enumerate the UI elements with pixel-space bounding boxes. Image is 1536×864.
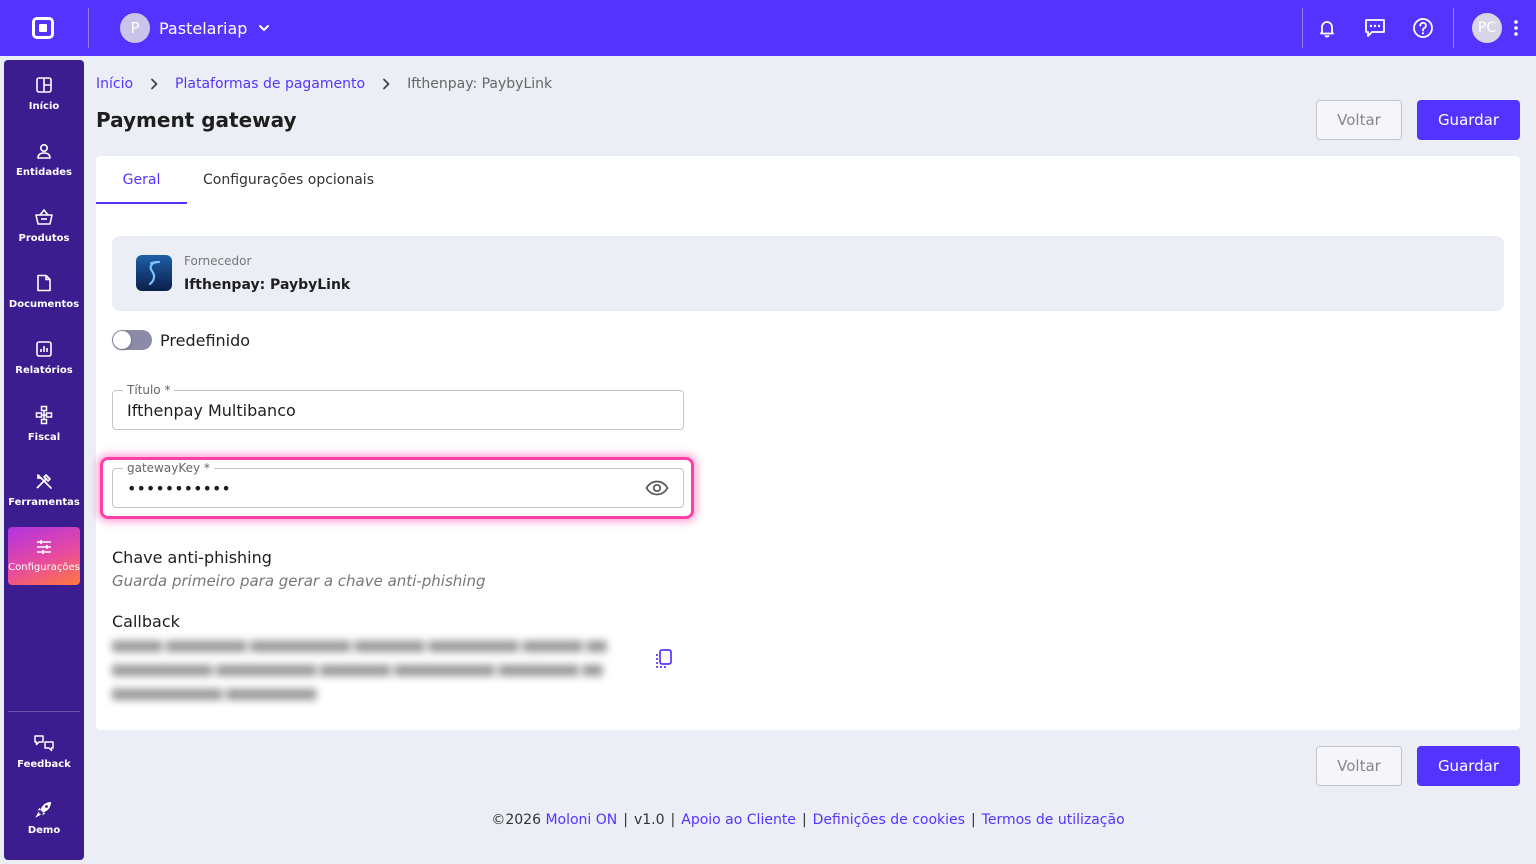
brand-link[interactable]: Moloni ON	[545, 812, 617, 828]
sidebar-item-label: Fiscal	[27, 432, 61, 443]
bell-icon	[1320, 21, 1334, 38]
breadcrumb-parent[interactable]: Plataformas de pagamento	[175, 76, 365, 92]
more-vertical-icon	[1514, 20, 1518, 36]
sidebar-item-label: Produtos	[18, 233, 70, 244]
sidebar: Início Entidades Produtos Documentos Rel…	[4, 60, 84, 860]
footer: ©2026 Moloni ON | v1.0 | Apoio ao Cliente | De…	[0, 812, 1536, 828]
default-toggle-row: Predefinido	[112, 330, 250, 350]
gateway-key-value: •••••••••••	[127, 478, 231, 498]
sidebar-item-relatorios[interactable]: Relatórios	[8, 329, 80, 387]
top-bar: P Pastelariap PC	[0, 0, 1536, 56]
title-field-value: Ifthenpay Multibanco	[127, 400, 296, 420]
show-password-button[interactable]	[645, 477, 669, 499]
tabs: Geral Configurações opcionais	[96, 156, 390, 204]
more-menu-button[interactable]	[1502, 0, 1530, 56]
sliders-icon	[37, 540, 51, 554]
notifications-button[interactable]	[1303, 0, 1351, 56]
basket-icon	[35, 208, 53, 225]
callback-url-blurred: ▆▆▆▆▆ ▆▆▆▆▆▆▆▆ ▆▆▆▆▆▆▆▆▆▆ ▆▆▆▆▆▆▆ ▆▆▆▆▆▆…	[112, 638, 607, 701]
help-button[interactable]	[1399, 0, 1447, 56]
sidebar-item-entidades[interactable]: Entidades	[8, 131, 80, 189]
person-icon	[37, 143, 51, 159]
sidebar-item-configuracoes[interactable]: Configurações	[8, 527, 80, 585]
chevron-down-icon	[259, 25, 270, 31]
provider-label: Fornecedor	[184, 254, 252, 268]
app-logo[interactable]	[0, 0, 88, 56]
account-switcher[interactable]: P Pastelariap	[120, 13, 271, 43]
cookies-link[interactable]: Definições de cookies	[813, 812, 965, 828]
support-link[interactable]: Apoio ao Cliente	[681, 812, 796, 828]
breadcrumb-current: Ifthenpay: PaybyLink	[407, 76, 553, 92]
tab-general[interactable]: Geral	[96, 156, 187, 204]
copyright: ©2026	[491, 812, 541, 828]
breadcrumb-home[interactable]: Início	[96, 76, 133, 92]
sidebar-item-label: Documentos	[8, 299, 80, 310]
settings-card: Geral Configurações opcionais Fornecedor…	[96, 156, 1520, 730]
feedback-icon	[34, 735, 54, 752]
breadcrumb: Início Plataformas de pagamento Ifthenpa…	[96, 74, 552, 94]
sidebar-divider	[8, 711, 80, 712]
sidebar-item-label: Relatórios	[15, 365, 73, 376]
footer-separator: |	[970, 812, 976, 828]
provider-box: Fornecedor Ifthenpay: PaybyLink	[112, 236, 1504, 311]
user-avatar[interactable]: PC	[1472, 13, 1502, 43]
version: v1.0	[633, 812, 665, 828]
account-avatar: P	[120, 13, 150, 43]
back-button[interactable]: Voltar	[1316, 100, 1402, 140]
footer-separator: |	[623, 812, 628, 828]
sidebar-item-label: Início	[28, 101, 60, 112]
logo-icon	[32, 17, 54, 39]
document-icon	[37, 274, 51, 292]
sidebar-item-label: Ferramentas	[8, 497, 80, 508]
sidebar-item-label: Feedback	[17, 759, 71, 770]
messages-button[interactable]	[1351, 0, 1399, 56]
sidebar-item-ferramentas[interactable]: Ferramentas	[8, 461, 80, 519]
chat-icon	[1365, 19, 1385, 37]
chevron-right-icon	[383, 78, 390, 90]
sidebar-item-label: Configurações	[8, 562, 80, 573]
antiphishing-title: Chave anti-phishing	[112, 548, 272, 567]
fiscal-icon	[35, 405, 53, 425]
sidebar-item-produtos[interactable]: Produtos	[8, 197, 80, 255]
footer-separator: |	[801, 812, 807, 828]
provider-logo	[136, 255, 172, 291]
account-name: Pastelariap	[159, 18, 248, 38]
antiphishing-note: Guarda primeiro para gerar a chave anti-…	[112, 572, 486, 590]
chart-icon	[36, 341, 52, 357]
default-toggle-label: Predefinido	[160, 330, 251, 350]
footer-separator: |	[670, 812, 676, 828]
terms-link[interactable]: Termos de utilização	[982, 812, 1125, 828]
gateway-key-field[interactable]: gatewayKey * •••••••••••	[112, 460, 684, 508]
callback-title: Callback	[112, 612, 180, 631]
divider	[1453, 8, 1454, 48]
default-toggle[interactable]	[112, 330, 152, 350]
help-icon	[1413, 18, 1433, 38]
divider	[88, 8, 89, 48]
provider-name: Ifthenpay: PaybyLink	[184, 277, 351, 293]
back-button-bottom[interactable]: Voltar	[1316, 746, 1402, 786]
sidebar-item-inicio[interactable]: Início	[8, 65, 80, 123]
title-field[interactable]: Título * Ifthenpay Multibanco	[112, 382, 684, 430]
tab-optional-settings[interactable]: Configurações opcionais	[187, 156, 390, 204]
chevron-right-icon	[151, 78, 158, 90]
ifthenpay-logo-icon	[148, 260, 161, 286]
toggle-knob	[113, 331, 131, 349]
copy-icon[interactable]	[654, 648, 674, 670]
home-grid-icon	[36, 77, 52, 93]
save-button-bottom[interactable]: Guardar	[1417, 746, 1520, 786]
sidebar-item-documentos[interactable]: Documentos	[8, 263, 80, 321]
sidebar-item-fiscal[interactable]: Fiscal	[8, 395, 80, 453]
save-button[interactable]: Guardar	[1417, 100, 1520, 140]
eye-icon	[645, 480, 669, 496]
sidebar-item-label: Entidades	[16, 167, 72, 178]
tools-icon	[36, 474, 52, 489]
sidebar-item-feedback[interactable]: Feedback	[8, 723, 80, 781]
page-title: Payment gateway	[96, 108, 297, 132]
